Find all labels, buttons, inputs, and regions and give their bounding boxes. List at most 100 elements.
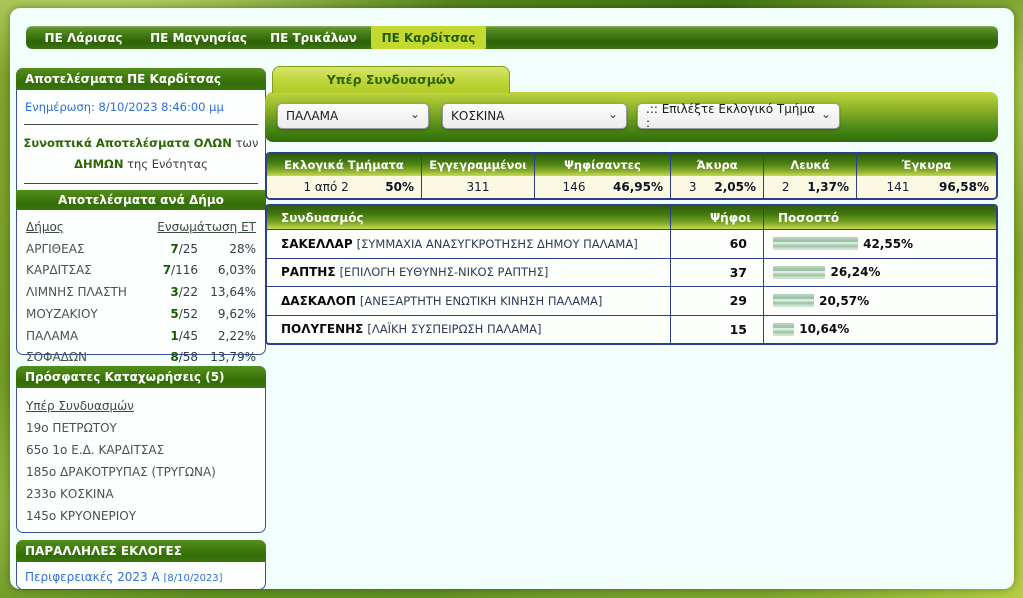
summary-all-municipalities-link[interactable]: Συνοπτικά Αποτελέσματα ΟΛΩΝ των ΔΗΜΩΝ τη… <box>17 127 265 181</box>
chevron-down-icon: ⌄ <box>410 109 420 119</box>
stat-header: Έγκυρα <box>857 154 996 176</box>
stat-pct: 46,95% <box>613 180 670 194</box>
stat-col-sections: Εκλογικά Τμήματα 1 από 250% <box>267 154 421 198</box>
recent-entry[interactable]: 65ο 1ο Ε.Δ. ΚΑΡΔΙΤΣΑΣ <box>26 439 256 461</box>
municipality-select-value: ΠΑΛΑΜΑ <box>286 109 338 123</box>
recent-entry[interactable]: 145ο ΚΡΥΟΝΕΡΙΟΥ <box>26 505 256 527</box>
combination-desc: [ΣΥΜΜΑΧΙΑ ΑΝΑΣΥΓΚΡΟΤΗΣΗΣ ΔΗΜΟΥ ΠΑΛΑΜΑ] <box>357 237 638 251</box>
municipality-table-header: Δήμος Ενσωμάτωση ΕΤ <box>26 217 256 239</box>
municipality-fraction: 1/45 <box>136 326 198 348</box>
combination-name-cell: ΠΟΛΥΓΕΝΗΣ[ΛΑΪΚΗ ΣΥΣΠΕΙΡΩΣΗ ΠΑΛΑΜΑ] <box>267 315 670 344</box>
recent-entry[interactable]: 185ο ΔΡΑΚΟΤΡΥΠΑΣ (ΤΡΥΓΩΝΑ) <box>26 461 256 483</box>
stat-header: Λευκά <box>764 154 856 176</box>
col-combination: Συνδυασμός <box>267 206 670 229</box>
last-update-text: Ενημέρωση: 8/10/2023 8:46:00 μμ <box>17 90 265 122</box>
municipality-row[interactable]: ΜΟΥΖΑΚΙΟΥ 5/52 9,62% <box>26 304 256 326</box>
col-percent: Ποσοστό <box>763 206 996 229</box>
stat-value: 2 <box>764 180 807 194</box>
percent-label: 20,57% <box>819 294 869 308</box>
done-count: 8 <box>170 350 178 364</box>
stats-table: Εκλογικά Τμήματα 1 από 250% Εγγεγραμμένο… <box>265 152 998 200</box>
municipality-fraction: 5/52 <box>136 304 198 326</box>
stat-header: Εγγεγραμμένοι <box>422 154 534 176</box>
municipality-name: ΑΡΓΙΘΕΑΣ <box>26 239 136 261</box>
municipality-row[interactable]: ΑΡΓΙΘΕΑΣ 7/25 28% <box>26 239 256 261</box>
results-summary-box: Αποτελέσματα ΠΕ Καρδίτσας Ενημέρωση: 8/1… <box>16 68 266 355</box>
stat-header: Ψηφίσαντες <box>535 154 670 176</box>
total-count: /25 <box>179 242 198 256</box>
done-count: 1 <box>170 329 178 343</box>
total-count: /116 <box>171 263 198 277</box>
municipality-row[interactable]: ΚΑΡΔΙΤΣΑΣ 7/116 6,03% <box>26 260 256 282</box>
stat-col-voted: Ψηφίσαντες 14646,95% <box>534 154 670 198</box>
percent-cell: 26,24% <box>763 258 996 287</box>
combination-name-cell: ΣΑΚΕΛΛΑΡ[ΣΥΜΜΑΧΙΑ ΑΝΑΣΥΓΚΡΟΤΗΣΗΣ ΔΗΜΟΥ Π… <box>267 229 670 258</box>
stat-col-valid: Έγκυρα 14196,58% <box>856 154 996 198</box>
municipality-table: Δήμος Ενσωμάτωση ΕΤ ΑΡΓΙΘΕΑΣ 7/25 28% ΚΑ… <box>17 210 265 377</box>
district-select[interactable]: ΚΟΣΚΙΝΑ ⌄ <box>442 103 627 129</box>
stat-pct: 50% <box>385 180 421 194</box>
nav-tab-trikalon[interactable]: ΠΕ Τρικάλων <box>256 26 371 49</box>
combination-desc: [ΛΑΪΚΗ ΣΥΣΠΕΙΡΩΣΗ ΠΑΛΑΜΑ] <box>367 322 541 336</box>
results-table: Συνδυασμός Ψήφοι Ποσοστό ΣΑΚΕΛΛΑΡ[ΣΥΜΜΑΧ… <box>265 204 998 345</box>
percent-bar <box>773 237 858 250</box>
results-box-title: Αποτελέσματα ΠΕ Καρδίτσας <box>16 68 266 90</box>
recent-entry[interactable]: 233ο ΚΟΣΚΙΝΑ <box>26 483 256 505</box>
combination-name-cell: ΔΑΣΚΑΛΟΠ[ΑΝΕΞΑΡΤΗΤΗ ΕΝΩΤΙΚΗ ΚΙΝΗΣΗ ΠΑΛΑΜ… <box>267 286 670 315</box>
stat-value: 3 <box>671 180 714 194</box>
municipality-name: ΜΟΥΖΑΚΙΟΥ <box>26 304 136 326</box>
municipality-select[interactable]: ΠΑΛΑΜΑ ⌄ <box>277 103 429 129</box>
stat-pct: 1,37% <box>807 180 856 194</box>
percent-cell: 42,55% <box>763 229 996 258</box>
tab-yper-syndyasmon[interactable]: Υπέρ Συνδυασμών <box>272 66 510 93</box>
stat-col-blank: Λευκά 21,37% <box>763 154 856 198</box>
summary-bold-part: Συνοπτικά Αποτελέσματα ΟΛΩΝ <box>24 136 232 150</box>
municipality-row[interactable]: ΛΙΜΝΗΣ ΠΛΑΣΤΗ 3/22 13,64% <box>26 282 256 304</box>
done-count: 3 <box>170 285 178 299</box>
percent-bar <box>773 294 814 307</box>
stat-value: 311 <box>422 180 534 194</box>
votes-cell: 29 <box>670 286 763 315</box>
votes-cell: 60 <box>670 229 763 258</box>
candidate-name: ΠΟΛΥΓΕΝΗΣ <box>281 322 367 336</box>
percent-bar <box>773 323 794 336</box>
per-municipality-title: Αποτελέσματα ανά Δήμο <box>16 190 266 210</box>
votes-cell: 15 <box>670 315 763 344</box>
percent-label: 42,55% <box>863 237 913 251</box>
divider <box>24 183 258 184</box>
stat-value: 1 από 2 <box>267 180 385 194</box>
recent-entries-list: Υπέρ Συνδυασμών 19ο ΠΕΤΡΩΤΟΥ 65ο 1ο Ε.Δ.… <box>17 388 265 536</box>
municipality-pct: 6,03% <box>198 260 256 282</box>
nav-tab-karditsas[interactable]: ΠΕ Καρδίτσας <box>371 26 486 49</box>
done-count: 7 <box>170 242 178 256</box>
stat-header: Εκλογικά Τμήματα <box>267 154 421 176</box>
summary-bold-part2: ΔΗΜΩΝ <box>74 157 123 171</box>
recent-entries-box: Πρόσφατες Καταχωρήσεις (5) Υπέρ Συνδυασμ… <box>16 366 266 533</box>
polling-station-select-value: .:: Επιλέξτε Εκλογικό Τμήμα : <box>646 102 821 130</box>
municipality-pct: 28% <box>198 239 256 261</box>
municipality-name: ΚΑΡΔΙΤΣΑΣ <box>26 260 136 282</box>
stat-col-registered: Εγγεγραμμένοι 311 <box>421 154 534 198</box>
recent-category-link[interactable]: Υπέρ Συνδυασμών <box>26 395 256 417</box>
filter-bar: ΠΑΛΑΜΑ ⌄ ΚΟΣΚΙΝΑ ⌄ .:: Επιλέξτε Εκλογικό… <box>265 92 998 142</box>
percent-label: 10,64% <box>799 322 849 336</box>
percent-cell: 10,64% <box>763 315 996 344</box>
municipality-row[interactable]: ΠΑΛΑΜΑ 1/45 2,22% <box>26 326 256 348</box>
parallel-elections-title: ΠΑΡΑΛΛΗΛΕΣ ΕΚΛΟΓΕΣ <box>16 540 266 562</box>
summary-normal-part2: της Ενότητας <box>123 157 207 171</box>
percent-label: 26,24% <box>830 265 880 279</box>
stat-header: Άκυρα <box>671 154 763 176</box>
stat-pct: 2,05% <box>714 180 763 194</box>
municipality-fraction: 7/25 <box>136 239 198 261</box>
municipality-name: ΛΙΜΝΗΣ ΠΛΑΣΤΗ <box>26 282 136 304</box>
nav-tab-larisas[interactable]: ΠΕ Λάρισας <box>26 26 141 49</box>
parallel-election-link[interactable]: Περιφερειακές 2023 Α [8/10/2023] <box>17 562 265 593</box>
total-count: /22 <box>179 285 198 299</box>
municipality-pct: 2,22% <box>198 326 256 348</box>
col-votes: Ψήφοι <box>670 206 763 229</box>
municipality-fraction: 7/116 <box>136 260 198 282</box>
nav-tab-magnisias[interactable]: ΠΕ Μαγνησίας <box>141 26 256 49</box>
recent-entry[interactable]: 19ο ΠΕΤΡΩΤΟΥ <box>26 417 256 439</box>
polling-station-select[interactable]: .:: Επιλέξτε Εκλογικό Τμήμα : ⌄ <box>637 103 840 129</box>
recent-entries-title: Πρόσφατες Καταχωρήσεις (5) <box>16 366 266 388</box>
